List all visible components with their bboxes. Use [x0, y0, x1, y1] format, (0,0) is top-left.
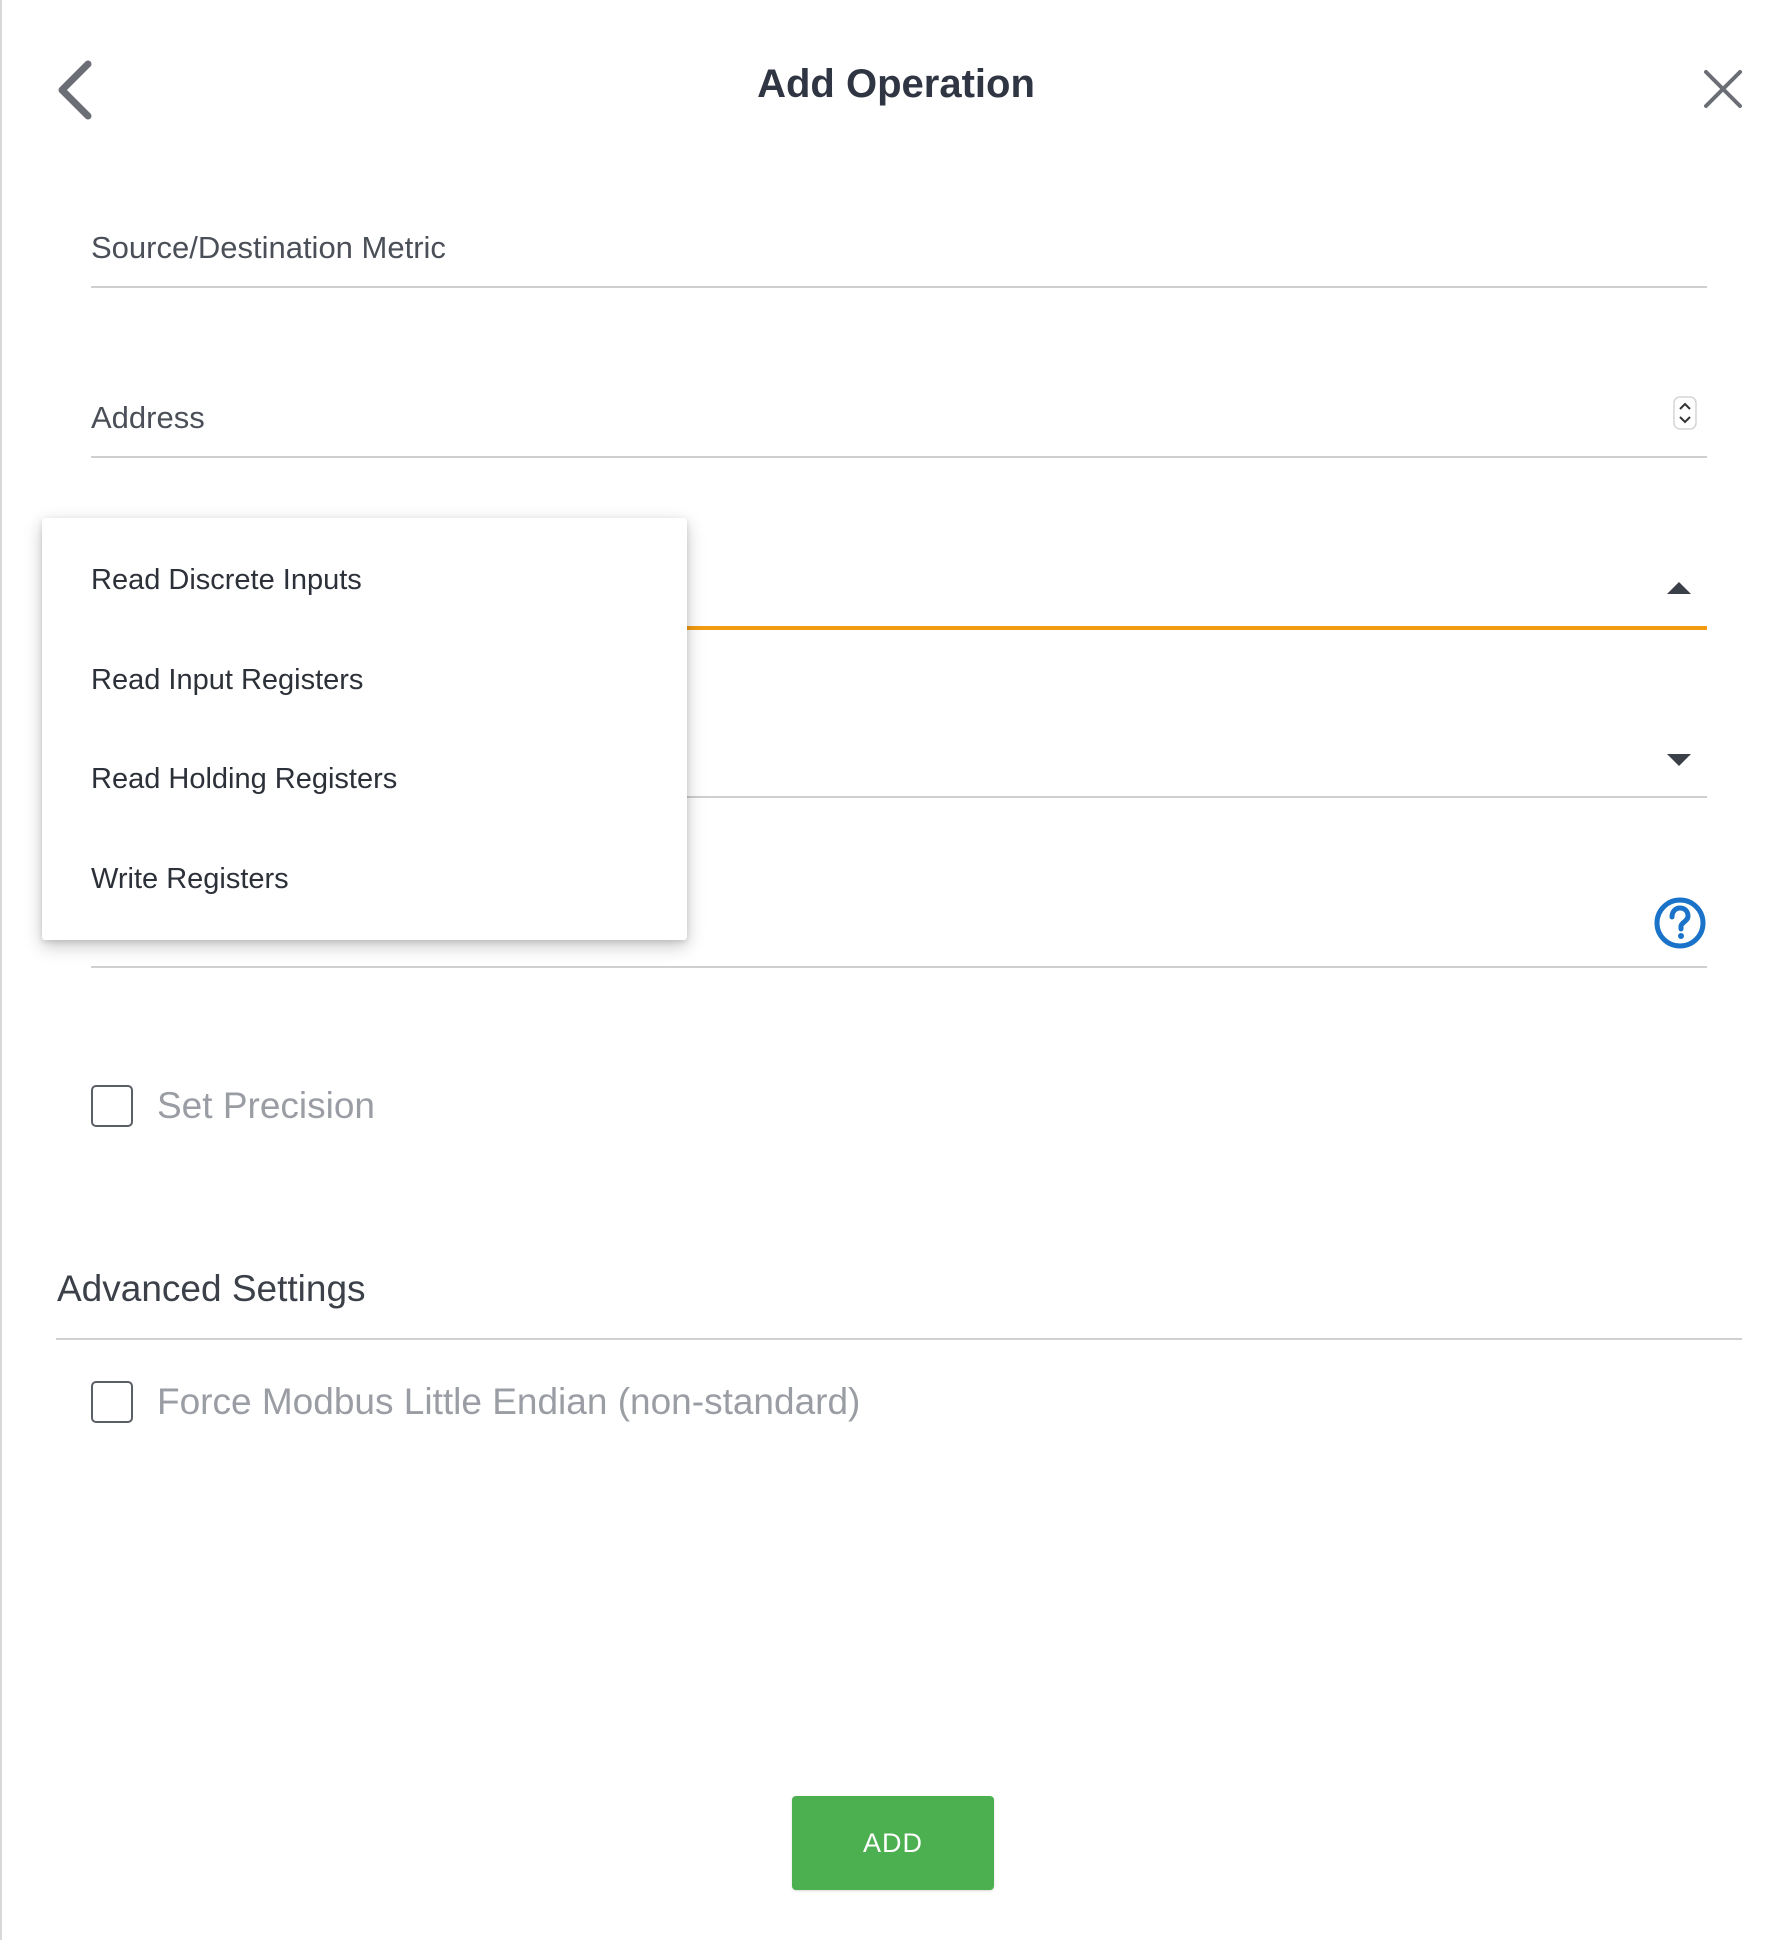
address-stepper[interactable] [1673, 396, 1697, 430]
close-icon [1704, 70, 1742, 108]
metric-field[interactable]: Source/Destination Metric [91, 226, 1707, 288]
little-endian-checkbox[interactable] [91, 1381, 133, 1423]
page-title: Add Operation [757, 62, 1035, 106]
advanced-settings-heading: Advanced Settings [57, 1268, 366, 1309]
address-field[interactable]: Address [91, 396, 1707, 458]
add-button[interactable]: ADD [792, 1796, 994, 1890]
little-endian-row[interactable]: Force Modbus Little Endian (non-standard… [91, 1378, 860, 1426]
dropdown-option-write-registers[interactable]: Write Registers [42, 829, 687, 929]
dialog-left-edge [0, 0, 2, 1940]
help-circle-icon [1654, 897, 1706, 949]
stepper-arrows-icon [1673, 396, 1697, 430]
dropdown-option-read-discrete-inputs[interactable]: Read Discrete Inputs [42, 530, 687, 630]
set-precision-checkbox[interactable] [91, 1085, 133, 1127]
set-precision-row[interactable]: Set Precision [91, 1082, 375, 1130]
close-button[interactable] [1700, 66, 1746, 112]
set-precision-label: Set Precision [157, 1085, 375, 1126]
caret-down-icon [1667, 754, 1691, 766]
little-endian-label: Force Modbus Little Endian (non-standard… [157, 1381, 861, 1422]
add-operation-dialog: Add Operation Source/Destination Metric … [0, 0, 1786, 1940]
caret-up-icon [1667, 582, 1691, 594]
dropdown-option-read-input-registers[interactable]: Read Input Registers [42, 630, 687, 730]
operation-dropdown-menu: Read Discrete Inputs Read Input Register… [42, 518, 687, 940]
advanced-settings-divider [56, 1338, 1742, 1340]
address-field-label: Address [91, 400, 205, 435]
help-button[interactable] [1653, 896, 1707, 950]
metric-field-label: Source/Destination Metric [91, 230, 446, 265]
dropdown-option-read-holding-registers[interactable]: Read Holding Registers [42, 729, 687, 829]
